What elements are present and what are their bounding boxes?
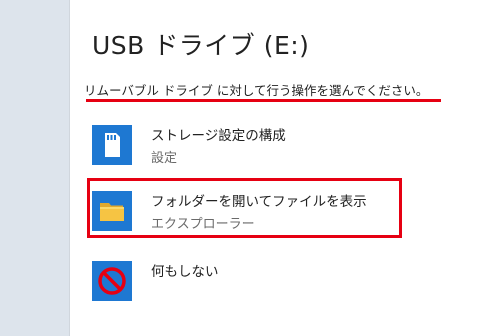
sd-card-icon — [92, 125, 132, 165]
autoplay-dialog: USB ドライブ (E:) リムーバブル ドライブ に対して行う操作を選んでくだ… — [69, 0, 500, 336]
prompt-underline-annotation — [86, 99, 441, 102]
option-take-no-action[interactable]: 何もしない — [88, 256, 406, 312]
no-action-icon — [92, 261, 132, 301]
dialog-title: USB ドライブ (E:) — [92, 31, 310, 60]
option-sublabel: 設定 — [151, 151, 178, 166]
option-label: 何もしない — [151, 264, 219, 280]
dialog-prompt: リムーバブル ドライブ に対して行う操作を選んでください。 — [84, 83, 429, 98]
option-configure-storage[interactable]: ストレージ設定の構成 設定 — [88, 120, 406, 176]
desktop-background — [0, 0, 69, 336]
option-label: ストレージ設定の構成 — [151, 128, 286, 144]
option-highlight-annotation — [87, 178, 402, 238]
